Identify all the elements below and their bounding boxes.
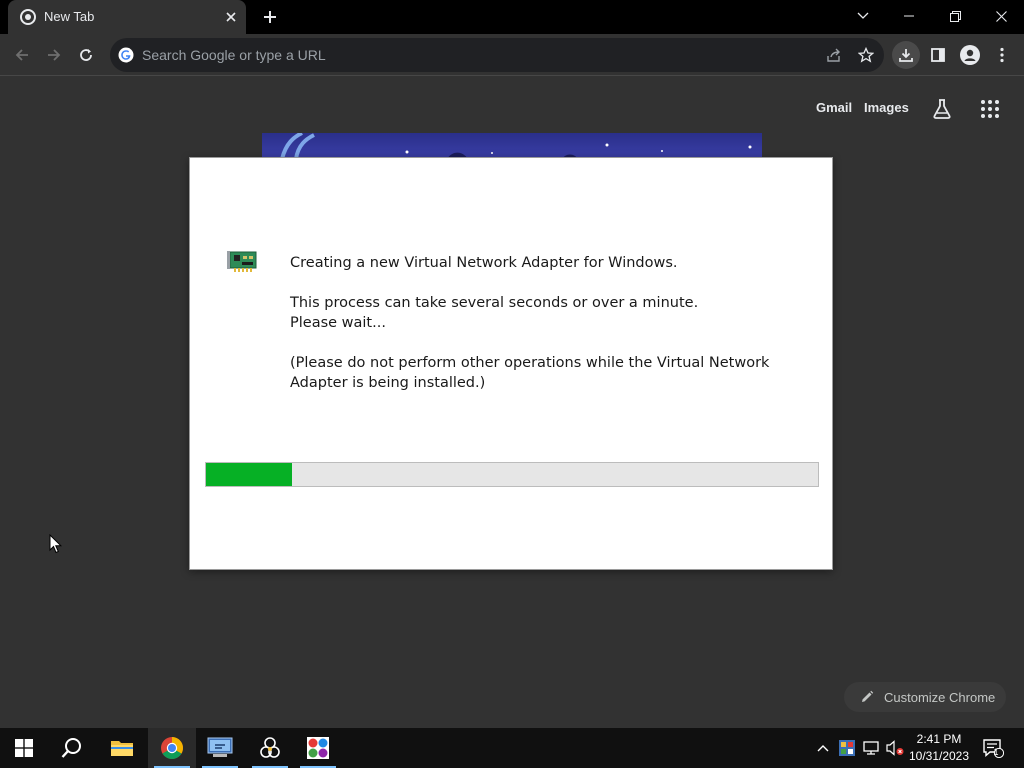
dialog-message-creating: Creating a new Virtual Network Adapter f…: [290, 255, 678, 271]
address-bar[interactable]: [110, 38, 884, 72]
network-adapter-icon: [226, 248, 260, 274]
clock-date: 10/31/2023: [908, 749, 970, 763]
start-button[interactable]: [0, 728, 48, 768]
tray-grid-icon: [839, 740, 855, 756]
clock-time: 2:41 PM: [916, 732, 962, 746]
pencil-icon: [860, 690, 874, 704]
taskbar-app-2[interactable]: [246, 728, 294, 768]
windows-logo-icon: [15, 739, 33, 757]
reload-button[interactable]: [72, 41, 100, 69]
share-button[interactable]: [820, 41, 848, 69]
tray-app-icon[interactable]: [836, 728, 858, 768]
dialog-message-duration: This process can take several seconds or…: [290, 295, 699, 311]
tab-title: New Tab: [44, 9, 95, 24]
avatar-icon: [960, 45, 980, 65]
profile-button[interactable]: [956, 41, 984, 69]
plus-icon: [264, 11, 276, 23]
computer-network-icon: [207, 737, 233, 757]
side-panel-button[interactable]: [924, 41, 952, 69]
minimize-button[interactable]: [886, 0, 932, 32]
customize-chrome-label: Customize Chrome: [884, 689, 996, 705]
network-wired-icon: [863, 741, 879, 755]
action-center-button[interactable]: 1: [978, 728, 1008, 768]
tab-strip: New Tab: [0, 0, 1024, 34]
show-hidden-icons-button[interactable]: [814, 728, 832, 768]
download-icon: [899, 49, 913, 62]
chrome-icon: [20, 9, 36, 25]
images-link[interactable]: Images: [864, 100, 909, 115]
star-icon: [858, 47, 874, 63]
reload-icon: [80, 49, 92, 61]
dialog-message-warning: (Please do not perform other operations …: [290, 355, 770, 391]
dialog-message-wait: Please wait...: [290, 315, 386, 331]
windows-taskbar: 2:41 PM 10/31/2023 1: [0, 728, 1024, 768]
speaker-muted-icon: [886, 740, 904, 756]
volume-button[interactable]: [884, 728, 906, 768]
chevron-up-icon: [817, 745, 829, 752]
virtual-adapter-install-dialog: Creating a new Virtual Network Adapter f…: [189, 157, 833, 570]
close-window-button[interactable]: [978, 0, 1024, 32]
labs-flask-icon[interactable]: [930, 97, 954, 121]
apps-grid-icon[interactable]: [980, 99, 1000, 119]
google-doodle[interactable]: [262, 133, 762, 159]
taskbar-network-app[interactable]: [196, 728, 244, 768]
search-icon: [61, 738, 81, 758]
tab-search-button[interactable]: [840, 0, 886, 32]
share-icon: [827, 48, 840, 62]
google-icon: [118, 47, 134, 63]
new-tab-button[interactable]: [258, 6, 282, 28]
gmail-link[interactable]: Gmail: [816, 100, 852, 115]
restore-icon: [949, 10, 961, 22]
minimize-icon: [904, 15, 914, 17]
restore-button[interactable]: [932, 0, 978, 32]
install-progress-bar: [205, 462, 819, 487]
side-panel-icon: [931, 48, 945, 62]
kebab-menu-icon: [1000, 47, 1004, 63]
chrome-menu-button[interactable]: [988, 41, 1016, 69]
tab-new-tab[interactable]: New Tab: [8, 0, 246, 34]
install-progress-fill: [206, 463, 292, 486]
close-tab-icon[interactable]: [222, 8, 240, 26]
search-button[interactable]: [48, 728, 96, 768]
arrow-left-icon: [15, 49, 28, 61]
colored-blocks-icon: [307, 737, 329, 759]
taskbar-file-explorer[interactable]: [98, 728, 146, 768]
mouse-cursor-icon: [49, 533, 63, 554]
forward-button[interactable]: [40, 41, 68, 69]
back-button[interactable]: [8, 41, 36, 69]
notification-count-badge: 1: [993, 747, 999, 757]
search-input[interactable]: [142, 38, 782, 72]
bookmark-star-button[interactable]: [852, 41, 880, 69]
taskbar-clock[interactable]: 2:41 PM 10/31/2023: [904, 731, 974, 765]
customize-chrome-button[interactable]: Customize Chrome: [844, 682, 1006, 712]
network-status-button[interactable]: [860, 728, 882, 768]
close-icon: [995, 10, 1007, 22]
app-figure-icon: [260, 737, 280, 758]
taskbar-app-3[interactable]: [294, 728, 342, 768]
chrome-logo-icon: [161, 737, 183, 759]
downloads-button[interactable]: [892, 41, 920, 69]
browser-toolbar: [0, 34, 1024, 76]
taskbar-chrome[interactable]: [148, 728, 196, 768]
arrow-right-icon: [48, 49, 61, 61]
folder-icon: [111, 741, 133, 756]
chevron-down-icon: [857, 12, 869, 19]
